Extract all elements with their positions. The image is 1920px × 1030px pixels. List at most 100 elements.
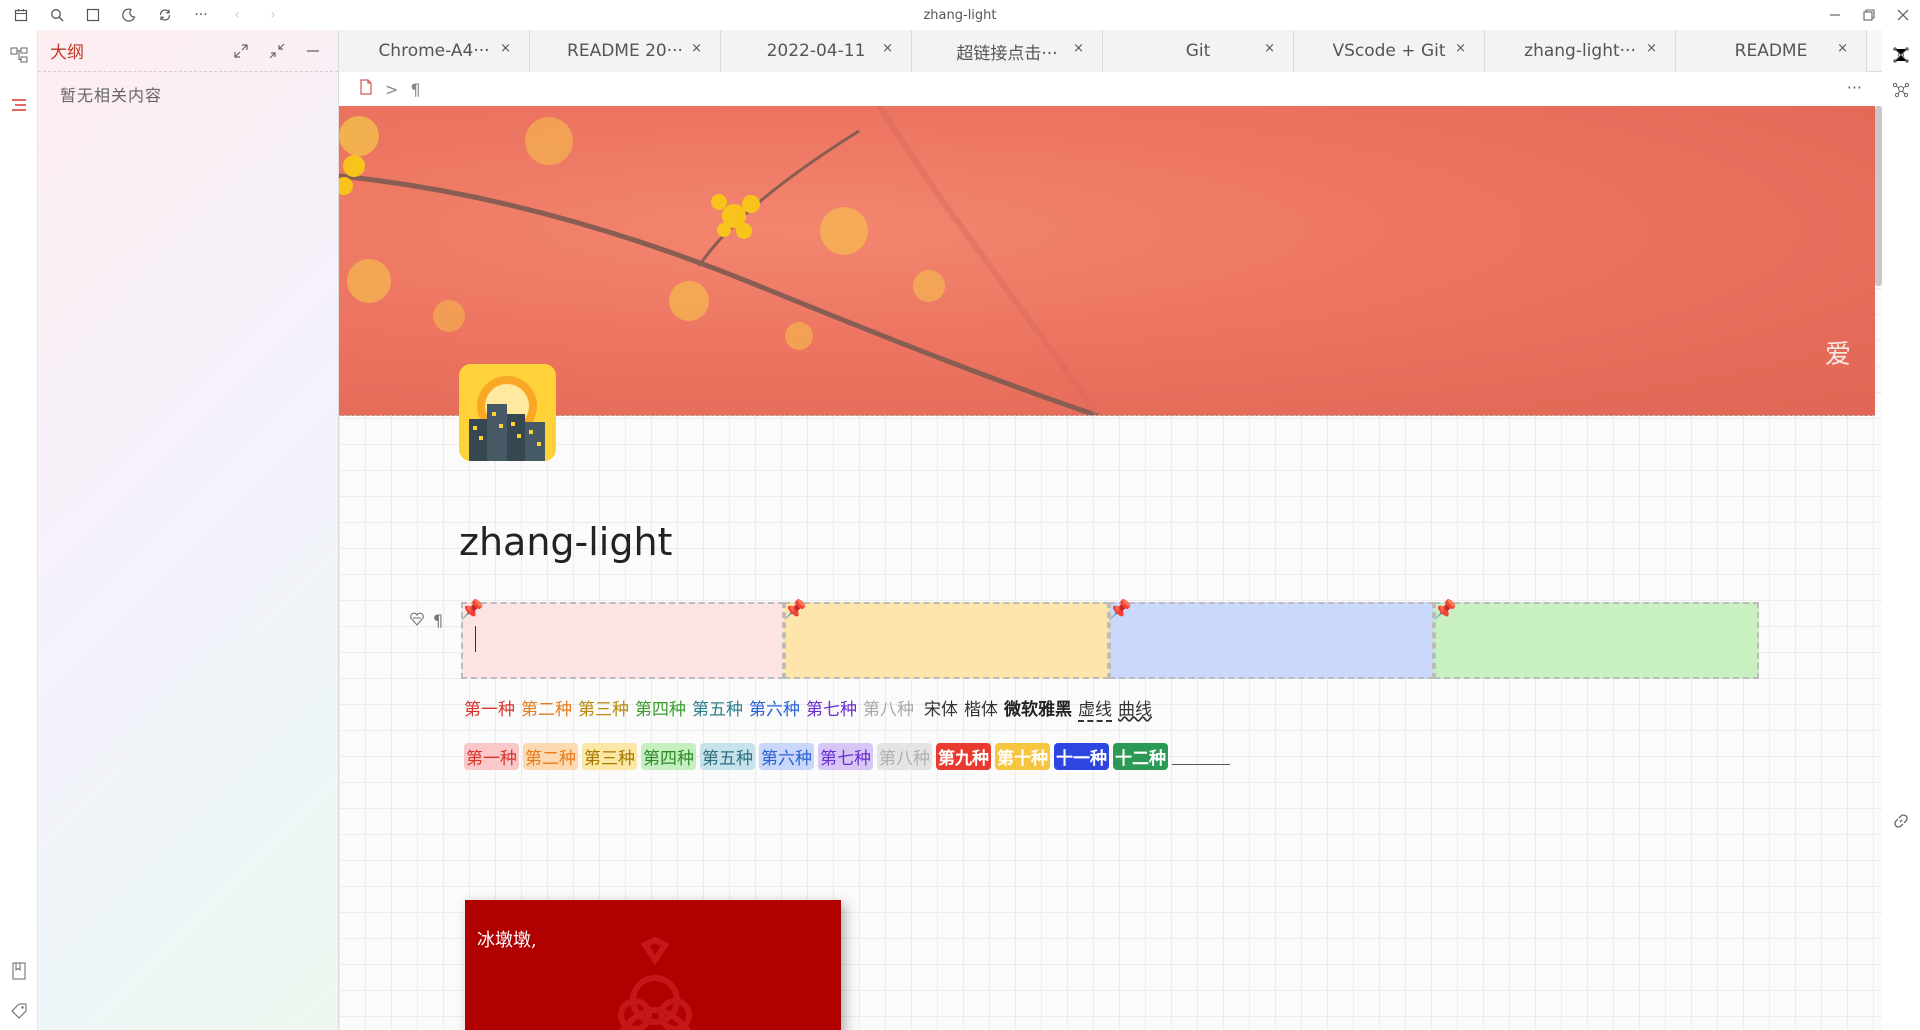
banner-watermark: 爱 bbox=[1824, 340, 1851, 370]
blank-underline[interactable] bbox=[1172, 743, 1230, 765]
close-icon[interactable]: × bbox=[1837, 41, 1848, 56]
file-tree-icon[interactable] bbox=[8, 44, 30, 66]
window-controls bbox=[1824, 0, 1914, 30]
font-sample: 楷体 bbox=[964, 700, 998, 720]
highlight-sample: 第二种 bbox=[523, 743, 578, 770]
tab-item[interactable]: README 20··· × bbox=[530, 30, 721, 72]
card-pattern bbox=[618, 936, 692, 1030]
graph-icon[interactable] bbox=[1890, 44, 1912, 66]
collapse-icon[interactable] bbox=[264, 38, 290, 64]
left-dock bbox=[0, 30, 38, 1030]
minimize-panel-icon[interactable] bbox=[300, 38, 326, 64]
tab-item[interactable]: 超链接点击··· × bbox=[912, 30, 1103, 72]
font-samples-row: 第一种 第二种 第三种 第四种 第五种 第六种 第七种 第八种 宋体 楷体 微软雅黑 虚线 曲线 bbox=[464, 695, 1152, 722]
font-sample: 第八种 bbox=[863, 700, 914, 720]
font-sample: 曲线 bbox=[1118, 700, 1152, 720]
more-icon[interactable]: ··· bbox=[190, 4, 212, 26]
breadcrumb-separator: > bbox=[385, 79, 399, 99]
global-graph-icon[interactable] bbox=[1890, 78, 1912, 100]
banner-art bbox=[339, 106, 1102, 415]
image-card[interactable]: 冰墩墩, bbox=[465, 900, 841, 1030]
highlight-sample: 第六种 bbox=[759, 743, 814, 770]
font-sample: 第七种 bbox=[806, 700, 857, 720]
highlight-sample: 第三种 bbox=[582, 743, 637, 770]
close-icon[interactable]: × bbox=[1646, 41, 1657, 56]
heart-icon[interactable] bbox=[409, 611, 425, 630]
close-icon[interactable]: × bbox=[1264, 41, 1275, 56]
font-sample: 第四种 bbox=[635, 700, 686, 720]
expand-icon[interactable] bbox=[228, 38, 254, 64]
sticky-note[interactable]: 📌 bbox=[460, 599, 784, 679]
close-icon[interactable]: × bbox=[691, 41, 702, 56]
paragraph-icon[interactable]: ¶ bbox=[433, 611, 443, 630]
tab-item[interactable]: 2022-04-11 × bbox=[721, 30, 912, 72]
tab-bar: Chrome-A4··· × README 20··· × 2022-04-11 × … bbox=[339, 30, 1882, 72]
outline-panel: 大纲 暂无相关内容 bbox=[38, 30, 339, 1030]
file-icon[interactable] bbox=[359, 79, 373, 99]
close-icon[interactable] bbox=[1892, 4, 1914, 26]
text-caret bbox=[475, 626, 476, 652]
back-icon[interactable]: ‹ bbox=[226, 4, 248, 26]
tab-label: 超链接点击··· bbox=[956, 43, 1058, 64]
sticky-note[interactable]: 📌 bbox=[1433, 599, 1759, 679]
tab-item[interactable]: README × bbox=[1676, 30, 1867, 72]
pushpin-icon: 📌 bbox=[1433, 599, 1457, 621]
tab-item[interactable]: Git × bbox=[1103, 30, 1294, 72]
font-sample: 第三种 bbox=[578, 700, 629, 720]
outline-header: 大纲 bbox=[38, 30, 338, 72]
sticky-notes-row: 📌 📌 📌 📌 bbox=[460, 599, 1785, 679]
pushpin-icon: 📌 bbox=[460, 599, 484, 621]
window-title: zhang-light bbox=[923, 7, 997, 23]
restore-icon[interactable] bbox=[1858, 4, 1880, 26]
sticky-note[interactable]: 📌 bbox=[783, 599, 1109, 679]
font-sample: 第一种 bbox=[464, 700, 515, 720]
more-icon[interactable]: ··· bbox=[1847, 78, 1862, 97]
close-icon[interactable]: × bbox=[500, 41, 511, 56]
tab-item[interactable]: Chrome-A4··· × bbox=[339, 30, 530, 72]
forward-icon[interactable]: › bbox=[262, 4, 284, 26]
highlight-sample: 第四种 bbox=[641, 743, 696, 770]
tab-label: zhang-light··· bbox=[1524, 41, 1636, 61]
breadcrumb: > ¶ ··· bbox=[339, 72, 1882, 106]
bookmark-icon[interactable] bbox=[8, 960, 30, 982]
close-icon[interactable]: × bbox=[1073, 41, 1084, 56]
highlight-samples-row: 第一种 第二种 第三种 第四种 第五种 第六种 第七种 第八种 第九种 第十种 十一种 十二种 bbox=[464, 743, 1230, 770]
calendar-icon[interactable] bbox=[10, 4, 32, 26]
highlight-sample: 十一种 bbox=[1054, 743, 1109, 770]
title-bar: ··· ‹ › zhang-light bbox=[0, 0, 1920, 30]
highlight-sample: 第七种 bbox=[818, 743, 873, 770]
right-dock bbox=[1882, 30, 1920, 1030]
minimize-icon[interactable] bbox=[1824, 4, 1846, 26]
tab-label: README bbox=[1734, 41, 1808, 61]
tab-item[interactable]: zhang-light··· × bbox=[1485, 30, 1676, 72]
close-icon[interactable]: × bbox=[882, 41, 893, 56]
highlight-sample: 第十种 bbox=[995, 743, 1050, 770]
outline-icon[interactable] bbox=[8, 94, 30, 116]
highlight-sample: 十二种 bbox=[1113, 743, 1168, 770]
banner-image: 爱 bbox=[339, 106, 1875, 416]
toolbar-left: ··· ‹ › bbox=[0, 0, 284, 30]
tab-label: VScode + Git bbox=[1332, 41, 1446, 61]
tag-icon[interactable] bbox=[8, 1000, 30, 1022]
font-sample: 微软雅黑 bbox=[1004, 700, 1072, 720]
moon-icon[interactable] bbox=[118, 4, 140, 26]
highlight-sample: 第五种 bbox=[700, 743, 755, 770]
block-handle[interactable]: ¶ bbox=[409, 611, 443, 630]
page-title[interactable]: zhang-light bbox=[459, 520, 672, 564]
tab-item[interactable]: VScode + Git × bbox=[1294, 30, 1485, 72]
pushpin-icon: 📌 bbox=[1108, 599, 1132, 621]
font-sample: 宋体 bbox=[924, 700, 958, 720]
outline-title: 大纲 bbox=[50, 43, 84, 63]
sync-icon[interactable] bbox=[154, 4, 176, 26]
document-icon[interactable] bbox=[459, 364, 556, 461]
editor-area: 爱 zhang-light ¶ 📌 📌 📌 📌 第一种 第二种 第三种 第四种 … bbox=[339, 106, 1882, 1030]
square-icon[interactable] bbox=[82, 4, 104, 26]
paragraph-icon[interactable]: ¶ bbox=[410, 80, 420, 99]
tab-label: Git bbox=[1185, 41, 1211, 61]
sticky-note[interactable]: 📌 bbox=[1108, 599, 1434, 679]
link-icon[interactable] bbox=[1890, 810, 1912, 832]
tab-label: 2022-04-11 bbox=[766, 41, 866, 61]
search-icon[interactable] bbox=[46, 4, 68, 26]
close-icon[interactable]: × bbox=[1455, 41, 1466, 56]
scrollbar[interactable] bbox=[1875, 106, 1882, 286]
